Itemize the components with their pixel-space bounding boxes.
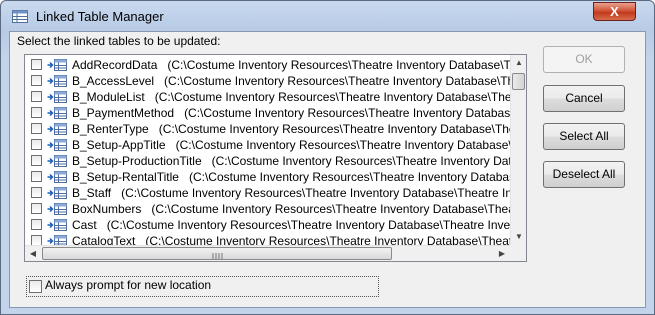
table-name: B_Staff <box>72 186 112 200</box>
table-row[interactable]: B_ModuleList (C:\Costume Inventory Resour… <box>25 89 510 105</box>
table-path: (C:\Costume Inventory Resources\Theatre … <box>175 138 510 152</box>
horizontal-scrollbar[interactable]: ◀ ▶ <box>25 245 510 261</box>
table-path: (C:\Costume Inventory Resources\Theatre … <box>145 234 510 245</box>
table-row-checkbox[interactable] <box>31 155 42 166</box>
select-all-button[interactable]: Select All <box>543 123 625 150</box>
linked-table-icon <box>47 139 67 151</box>
linked-table-icon <box>47 107 67 119</box>
table-app-icon <box>12 10 28 23</box>
table-name: B_Setup-AppTitle <box>72 138 166 152</box>
table-path: (C:\Costume Inventory Resources\Theatre … <box>167 58 510 72</box>
table-path: (C:\Costume Inventory Resources\Theatre … <box>158 122 510 136</box>
table-name: CatalogText <box>72 234 136 245</box>
table-row[interactable]: B_Setup-RentalTitle (C:\Costume Inventory… <box>25 169 510 185</box>
linked-table-icon <box>47 59 67 71</box>
table-row-checkbox[interactable] <box>31 171 42 182</box>
scroll-up-icon[interactable]: ▲ <box>511 55 526 71</box>
table-row[interactable]: AddRecordData (C:\Costume Inventory Resou… <box>25 57 510 73</box>
grip-icon <box>212 253 223 259</box>
close-button[interactable]: X <box>593 2 636 21</box>
scrollbar-corner <box>510 245 526 261</box>
linked-table-icon <box>47 75 67 87</box>
title-bar[interactable]: Linked Table Manager X <box>1 1 654 31</box>
ok-button[interactable]: OK <box>543 46 625 73</box>
table-path: (C:\Costume Inventory Resources\Theatre … <box>106 218 510 232</box>
linked-table-icon <box>47 187 67 199</box>
table-name: BoxNumbers <box>72 202 142 216</box>
table-row-checkbox[interactable] <box>31 187 42 198</box>
horizontal-scroll-thumb[interactable] <box>42 247 392 260</box>
table-name: B_ModuleList <box>72 90 145 104</box>
table-row-checkbox[interactable] <box>31 235 42 245</box>
table-row-checkbox[interactable] <box>31 107 42 118</box>
scroll-down-icon[interactable]: ▼ <box>511 229 526 245</box>
table-row-checkbox[interactable] <box>31 75 42 86</box>
table-row[interactable]: B_PaymentMethod (C:\Costume Inventory Res… <box>25 105 510 121</box>
table-row[interactable]: BoxNumbers (C:\Costume Inventory Resource… <box>25 201 510 217</box>
table-row-checkbox[interactable] <box>31 123 42 134</box>
table-row[interactable]: CatalogText (C:\Costume Inventory Resourc… <box>25 233 510 245</box>
table-path: (C:\Costume Inventory Resources\Theatre … <box>121 186 510 200</box>
table-row-checkbox[interactable] <box>31 91 42 102</box>
table-name: Cast <box>72 218 97 232</box>
table-row[interactable]: B_Setup-AppTitle (C:\Costume Inventory Re… <box>25 137 510 153</box>
table-row-checkbox[interactable] <box>31 203 42 214</box>
always-prompt-option[interactable]: Always prompt for new location <box>26 276 379 297</box>
window-title: Linked Table Manager <box>36 9 164 24</box>
table-name: B_AccessLevel <box>72 74 155 88</box>
linked-table-icon <box>47 235 67 245</box>
linked-table-icon <box>47 155 67 167</box>
linked-tables-list[interactable]: AddRecordData (C:\Costume Inventory Resou… <box>24 54 527 262</box>
table-row[interactable]: B_RenterType (C:\Costume Inventory Resour… <box>25 121 510 137</box>
table-name: B_RenterType <box>72 122 149 136</box>
scroll-right-icon[interactable]: ▶ <box>494 246 510 261</box>
table-name: AddRecordData <box>72 58 158 72</box>
linked-table-icon <box>47 203 67 215</box>
table-row[interactable]: Cast (C:\Costume Inventory Resources\Thea… <box>25 217 510 233</box>
vertical-scrollbar[interactable]: ▲ ▼ <box>510 55 526 245</box>
deselect-all-button[interactable]: Deselect All <box>543 161 625 188</box>
close-icon: X <box>610 4 619 19</box>
always-prompt-label: Always prompt for new location <box>45 278 212 292</box>
table-row-checkbox[interactable] <box>31 139 42 150</box>
linked-table-icon <box>47 171 67 183</box>
table-name: B_Setup-ProductionTitle <box>72 154 202 168</box>
table-path: (C:\Costume Inventory Resources\Theatre … <box>211 154 510 168</box>
table-row-checkbox[interactable] <box>31 219 42 230</box>
table-rows: AddRecordData (C:\Costume Inventory Resou… <box>25 55 510 245</box>
table-path: (C:\Costume Inventory Resources\Theatre … <box>154 90 510 104</box>
linked-table-icon <box>47 91 67 103</box>
always-prompt-checkbox[interactable] <box>29 280 42 293</box>
table-row[interactable]: B_Staff (C:\Costume Inventory Resources\T… <box>25 185 510 201</box>
table-name: B_Setup-RentalTitle <box>72 170 179 184</box>
table-row[interactable]: B_Setup-ProductionTitle (C:\Costume Inven… <box>25 153 510 169</box>
scroll-left-icon[interactable]: ◀ <box>25 246 41 261</box>
table-path: (C:\Costume Inventory Resources\Theatre … <box>184 106 510 120</box>
cancel-button[interactable]: Cancel <box>543 85 625 112</box>
table-path: (C:\Costume Inventory Resources\Theatre … <box>151 202 510 216</box>
table-path: (C:\Costume Inventory Resources\Theatre … <box>164 74 510 88</box>
table-name: B_PaymentMethod <box>72 106 175 120</box>
vertical-scroll-thumb[interactable] <box>512 73 525 90</box>
instruction-label: Select the linked tables to be updated: <box>17 34 221 48</box>
table-row-checkbox[interactable] <box>31 59 42 70</box>
table-path: (C:\Costume Inventory Resources\Theatre … <box>188 170 510 184</box>
table-row[interactable]: B_AccessLevel (C:\Costume Inventory Resou… <box>25 73 510 89</box>
linked-table-icon <box>47 219 67 231</box>
dialog-window: Linked Table Manager X Select the linked… <box>0 0 655 315</box>
linked-table-icon <box>47 123 67 135</box>
